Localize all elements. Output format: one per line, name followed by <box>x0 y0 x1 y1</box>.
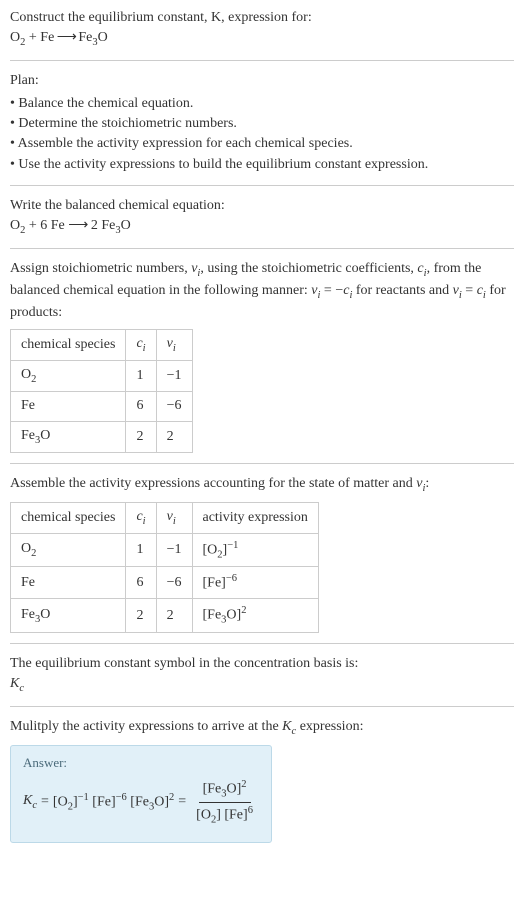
cell-activity: [O2]−1 <box>192 533 318 567</box>
prompt-line1: Construct the equilibrium constant, K, e… <box>10 10 312 25</box>
cell-species: O2 <box>11 533 126 567</box>
cell-species: Fe <box>11 567 126 599</box>
kc-lhs: Kc <box>23 791 37 813</box>
cell-vi: −1 <box>156 361 192 392</box>
col-ci: ci <box>126 330 156 361</box>
table-row: Fe3O 2 2 [Fe3O]2 <box>11 599 319 633</box>
kc-line1: The equilibrium constant symbol in the c… <box>10 654 514 674</box>
section-balanced: Write the balanced chemical equation: O2… <box>10 196 514 249</box>
col-vi: νi <box>156 330 192 361</box>
fraction-numerator: [Fe3O]2 <box>199 777 251 803</box>
eq-o2: O2 <box>10 30 25 45</box>
plan-bullet-2: Determine the stoichiometric numbers. <box>10 114 514 134</box>
table-row: Fe 6 −6 [Fe]−6 <box>11 567 319 599</box>
cell-species: Fe3O <box>11 599 126 633</box>
table-header-row: chemical species ci νi activity expressi… <box>11 502 319 533</box>
cell-ci: 2 <box>126 599 156 633</box>
activity-table: chemical species ci νi activity expressi… <box>10 502 319 633</box>
cell-activity: [Fe]−6 <box>192 567 318 599</box>
cell-vi: −6 <box>156 392 192 421</box>
cell-species: O2 <box>11 361 126 392</box>
plan-heading: Plan: <box>10 71 514 91</box>
fraction-denominator: [O2] [Fe]6 <box>192 803 257 828</box>
cell-ci: 1 <box>126 533 156 567</box>
kc-symbol: Kc <box>10 674 514 696</box>
section-plan: Plan: Balance the chemical equation. Det… <box>10 71 514 185</box>
cell-ci: 1 <box>126 361 156 392</box>
col-species: chemical species <box>11 502 126 533</box>
col-vi: νi <box>156 502 192 533</box>
cell-ci: 2 <box>126 421 156 452</box>
plan-bullets: Balance the chemical equation. Determine… <box>10 94 514 175</box>
arrow-icon: ⟶ <box>68 218 87 233</box>
cell-vi: 2 <box>156 599 192 633</box>
table-header-row: chemical species ci νi <box>11 330 193 361</box>
plan-bullet-3: Assemble the activity expression for eac… <box>10 134 514 154</box>
col-species: chemical species <box>11 330 126 361</box>
cell-ci: 6 <box>126 567 156 599</box>
balanced-equation: O2 + 6 Fe ⟶ 2 Fe3O <box>10 216 514 238</box>
cell-activity: [Fe3O]2 <box>192 599 318 633</box>
eq-fe3o: Fe3O <box>78 30 107 45</box>
col-ci: ci <box>126 502 156 533</box>
table-row: O2 1 −1 <box>11 361 193 392</box>
col-activity: activity expression <box>192 502 318 533</box>
cell-vi: −1 <box>156 533 192 567</box>
plan-bullet-4: Use the activity expressions to build th… <box>10 155 514 175</box>
cell-ci: 6 <box>126 392 156 421</box>
answer-box: Answer: Kc = [O2]−1 [Fe]−6 [Fe3O]2 = [Fe… <box>10 745 272 842</box>
unbalanced-equation: O2 + Fe ⟶ Fe3O <box>10 28 514 50</box>
cell-species: Fe3O <box>11 421 126 452</box>
cell-vi: 2 <box>156 421 192 452</box>
kc-fraction: [Fe3O]2 [O2] [Fe]6 <box>192 777 257 827</box>
answer-paragraph: Mulitply the activity expressions to arr… <box>10 717 514 739</box>
table-row: O2 1 −1 [O2]−1 <box>11 533 319 567</box>
activity-paragraph: Assemble the activity expressions accoun… <box>10 474 514 496</box>
cell-vi: −6 <box>156 567 192 599</box>
balanced-heading: Write the balanced chemical equation: <box>10 196 514 216</box>
kc-expression: Kc = [O2]−1 [Fe]−6 [Fe3O]2 = [Fe3O]2 [O2… <box>23 777 259 827</box>
prompt-text: Construct the equilibrium constant, K, e… <box>10 8 514 28</box>
kc-product: [O2]−1 [Fe]−6 [Fe3O]2 <box>53 790 174 815</box>
section-stoich-numbers: Assign stoichiometric numbers, νi, using… <box>10 259 514 464</box>
section-prompt: Construct the equilibrium constant, K, e… <box>10 8 514 61</box>
table-row: Fe3O 2 2 <box>11 421 193 452</box>
table-row: Fe 6 −6 <box>11 392 193 421</box>
eq-fe: Fe <box>40 30 54 45</box>
plan-bullet-1: Balance the chemical equation. <box>10 94 514 114</box>
stoich-paragraph: Assign stoichiometric numbers, νi, using… <box>10 259 514 323</box>
section-kc-symbol: The equilibrium constant symbol in the c… <box>10 654 514 707</box>
section-answer: Mulitply the activity expressions to arr… <box>10 717 514 852</box>
section-activity: Assemble the activity expressions accoun… <box>10 474 514 644</box>
cell-species: Fe <box>11 392 126 421</box>
stoich-table: chemical species ci νi O2 1 −1 Fe 6 −6 F… <box>10 329 193 452</box>
arrow-icon: ⟶ <box>54 30 78 45</box>
answer-label: Answer: <box>23 754 259 773</box>
